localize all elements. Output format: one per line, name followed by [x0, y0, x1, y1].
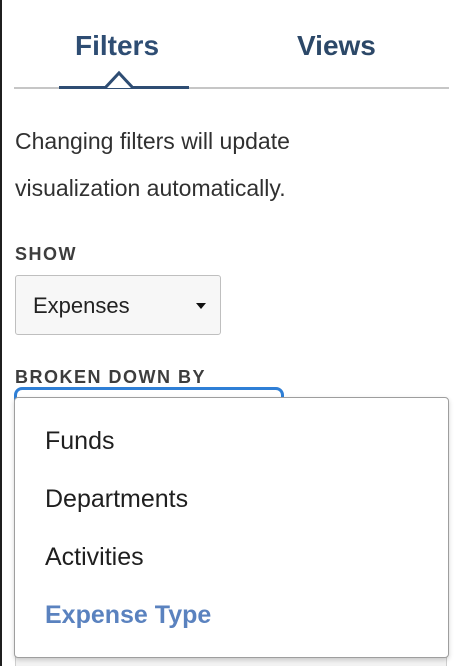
broken-down-by-label: BROKEN DOWN BY [15, 367, 206, 387]
tab-bar: Filters Views [2, 0, 467, 92]
caret-down-icon [196, 303, 206, 309]
dropdown-option-funds[interactable]: Funds [45, 427, 114, 456]
broken-down-by-dropdown: Funds Departments Activities Expense Typ… [14, 397, 449, 658]
info-text-line: Changing filters will update [15, 128, 290, 154]
filters-panel: Filters Views Changing filters will upda… [0, 0, 467, 666]
info-text-line: visualization automatically. [15, 175, 286, 201]
tab-filters[interactable]: Filters [75, 30, 159, 62]
dropdown-option-expense-type[interactable]: Expense Type [45, 601, 211, 630]
info-text: Changing filters will update visualizati… [15, 118, 455, 212]
show-select[interactable]: Expenses [15, 275, 221, 335]
show-select-value: Expenses [33, 293, 130, 318]
show-label: SHOW [15, 244, 77, 264]
dropdown-option-activities[interactable]: Activities [45, 543, 144, 572]
dropdown-option-departments[interactable]: Departments [45, 485, 188, 514]
caret-up-icon [105, 70, 133, 89]
tab-views[interactable]: Views [297, 30, 376, 62]
